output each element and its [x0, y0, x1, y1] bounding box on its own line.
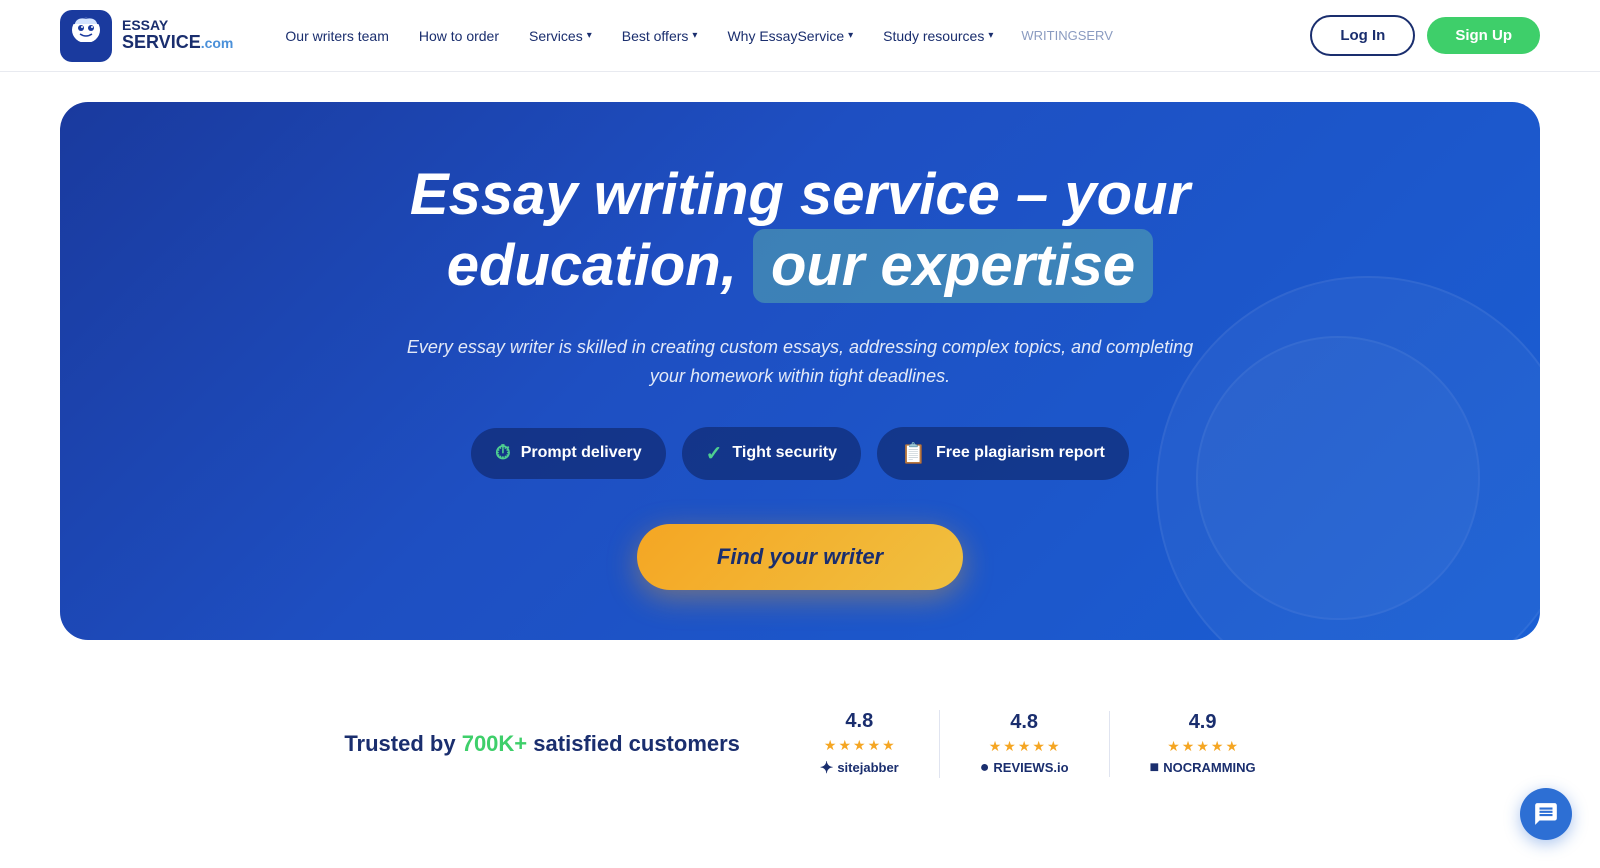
review-sitejabber: 4.8 ★★★★★ ✦ sitejabber [820, 710, 940, 778]
why-essay-chevron-icon: ▾ [848, 30, 853, 41]
badge-plagiarism-report: 📋 Free plagiarism report [877, 427, 1129, 480]
nocramming-icon: ■ [1150, 759, 1160, 777]
clock-icon: ⏱ [495, 442, 511, 465]
chat-button[interactable] [1520, 788, 1572, 840]
hero-card: Essay writing service – your education, … [60, 102, 1540, 640]
logo[interactable]: ESSAY SERVICE.com [60, 10, 233, 62]
hero-cta: Find your writer [637, 524, 963, 590]
find-writer-button[interactable]: Find your writer [637, 524, 963, 590]
nav-best-offers[interactable]: Best offers ▾ [610, 20, 710, 52]
sitejabber-icon: ✦ [820, 758, 833, 778]
logo-text: ESSAY SERVICE.com [122, 18, 233, 53]
review-stars-sitejabber: ★★★★★ [824, 737, 895, 754]
trust-number: 700K+ [462, 731, 527, 756]
hero-subtitle: Every essay writer is skilled in creatin… [390, 333, 1210, 391]
hero-title: Essay writing service – your education, … [410, 162, 1190, 303]
nav-our-writers[interactable]: Our writers team [273, 20, 400, 52]
trust-reviews: 4.8 ★★★★★ ✦ sitejabber 4.8 ★★★★★ ● REVIE… [820, 710, 1256, 778]
brand-service: SERVICE.com [122, 33, 233, 53]
shield-icon: ✓ [706, 441, 723, 466]
services-chevron-icon: ▾ [587, 30, 592, 41]
hero-badges: ⏱ Prompt delivery ✓ Tight security 📋 Fre… [471, 427, 1129, 480]
hero-title-highlight: our expertise [753, 229, 1153, 304]
hero-container: Essay writing service – your education, … [0, 72, 1600, 670]
nav-links: Our writers team How to order Services ▾… [273, 20, 1310, 52]
review-stars-reviews-io: ★★★★★ [989, 738, 1060, 755]
signup-button[interactable]: Sign Up [1427, 17, 1540, 54]
badge-tight-security: ✓ Tight security [682, 427, 861, 480]
review-score-sitejabber: 4.8 [845, 710, 873, 733]
navbar: ESSAY SERVICE.com Our writers team How t… [0, 0, 1600, 72]
trust-section: Trusted by 700K+ satisfied customers 4.8… [0, 670, 1600, 818]
review-score-nocramming: 4.9 [1189, 711, 1217, 734]
study-resources-chevron-icon: ▾ [988, 30, 993, 41]
review-logo-reviews-io: ● REVIEWS.io [980, 759, 1069, 777]
nav-why-essayservice[interactable]: Why EssayService ▾ [715, 20, 865, 52]
nav-study-resources[interactable]: Study resources ▾ [871, 20, 1005, 52]
review-logo-nocramming: ■ NOCRAMMING [1150, 759, 1256, 777]
nav-actions: Log In Sign Up [1310, 15, 1540, 56]
logo-icon [60, 10, 112, 62]
review-score-reviews-io: 4.8 [1010, 711, 1038, 734]
nav-how-to-order[interactable]: How to order [407, 20, 511, 52]
review-reviews-io: 4.8 ★★★★★ ● REVIEWS.io [980, 711, 1110, 777]
review-stars-nocramming: ★★★★★ [1167, 738, 1238, 755]
review-nocramming: 4.9 ★★★★★ ■ NOCRAMMING [1150, 711, 1256, 777]
nav-services[interactable]: Services ▾ [517, 20, 604, 52]
document-icon: 📋 [901, 441, 926, 466]
best-offers-chevron-icon: ▾ [692, 30, 697, 41]
chat-icon [1533, 801, 1559, 827]
badge-prompt-delivery: ⏱ Prompt delivery [471, 428, 666, 479]
login-button[interactable]: Log In [1310, 15, 1415, 56]
review-logo-sitejabber: ✦ sitejabber [820, 758, 899, 778]
nav-partner: WRITINGSERV [1021, 28, 1113, 43]
reviews-io-icon: ● [980, 759, 990, 777]
trust-text: Trusted by 700K+ satisfied customers [344, 731, 740, 757]
